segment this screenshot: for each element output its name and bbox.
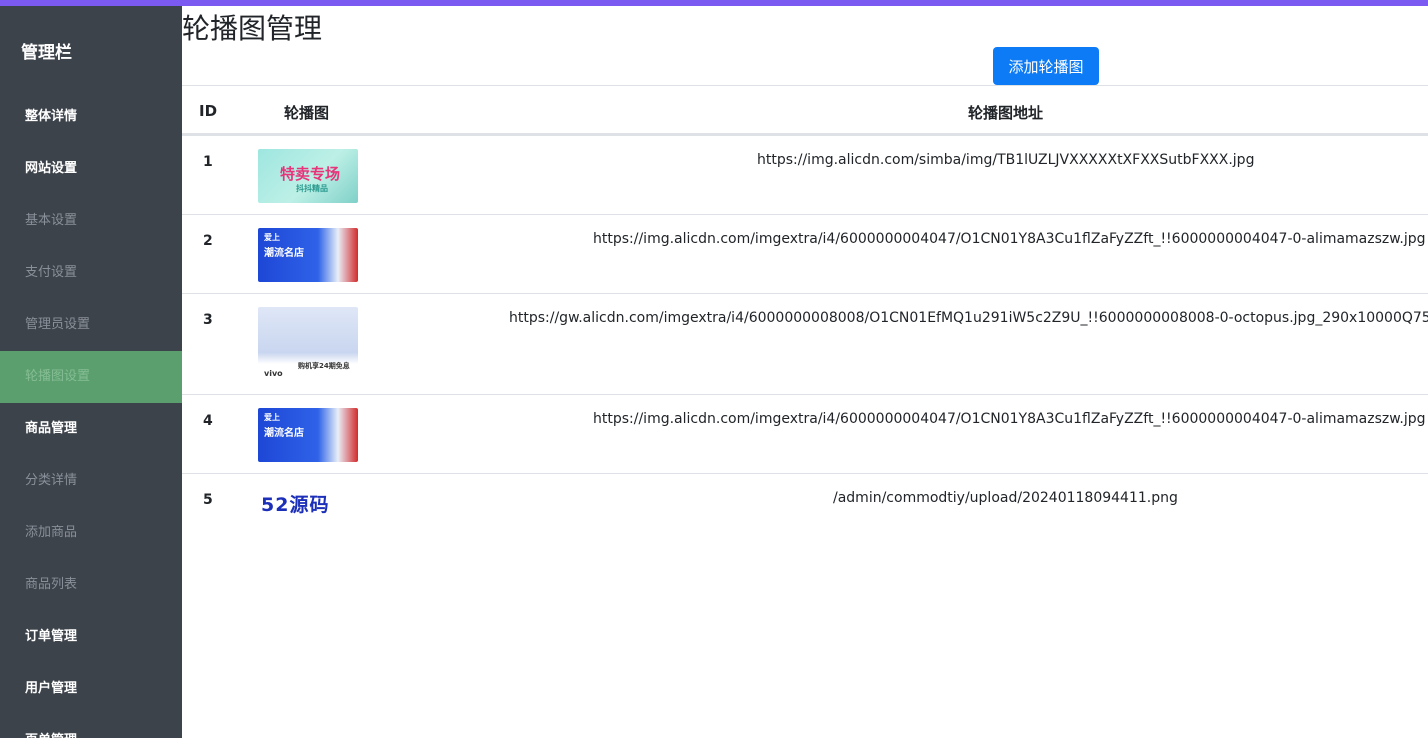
carousel-thumbnail: 潮流名店 爱上 — [258, 408, 358, 462]
thumbnail-subcaption: vivo — [264, 369, 283, 378]
sidebar-item[interactable]: 页单管理 — [0, 715, 182, 738]
sidebar-item[interactable]: 商品列表 — [0, 559, 182, 611]
table-row: 1 特卖专场 抖抖精品 https://img.alicdn.com/simba/im… — [182, 135, 1428, 214]
carousel-thumbnail: 特卖专场 抖抖精品 — [258, 149, 358, 203]
carousel-thumbnail: 潮流名店 爱上 — [258, 228, 358, 282]
table-header-row: ID 轮播图 轮播图地址 — [182, 85, 1428, 135]
thumbnail-caption: 52源码 — [261, 494, 330, 516]
column-header-url: 轮播图地址 — [968, 104, 1044, 122]
table-row: 2 潮流名店 爱上 https://img.alicdn.com/imgextra/i… — [182, 214, 1428, 293]
sidebar-title: 管理栏 — [21, 43, 72, 63]
row-id: 4 — [203, 413, 213, 429]
sidebar-item[interactable]: 管理员设置 — [0, 299, 182, 351]
row-id: 5 — [203, 492, 213, 508]
table-row: 5 52源码/admin/commodtiy/upload/20240118094… — [182, 473, 1428, 552]
row-id: 1 — [203, 154, 213, 170]
row-image-url: /admin/commodtiy/upload/20240118094411.p… — [833, 490, 1178, 506]
column-header-image: 轮播图 — [284, 104, 330, 122]
sidebar-item[interactable]: 用户管理 — [0, 663, 182, 715]
thumbnail-caption: 潮流名店 — [264, 248, 304, 259]
sidebar-item[interactable]: 整体详情 — [0, 91, 182, 143]
add-carousel-button[interactable]: 添加轮播图 — [993, 47, 1099, 85]
table-row: 3 购机享24期免息 vivo https://gw.alicdn.com/imgex… — [182, 293, 1428, 394]
sidebar-item[interactable]: 订单管理 — [0, 611, 182, 663]
carousel-thumbnail: 52源码 — [258, 487, 358, 517]
thumbnail-caption: 潮流名店 — [264, 428, 304, 439]
thumbnail-subcaption: 抖抖精品 — [296, 184, 328, 193]
row-image-url: https://img.alicdn.com/imgextra/i4/60000… — [593, 411, 1426, 427]
row-image-url: https://img.alicdn.com/simba/img/TB1lUZL… — [757, 152, 1255, 168]
row-id: 2 — [203, 233, 213, 249]
sidebar-item[interactable]: 商品管理 — [0, 403, 182, 455]
thumbnail-caption: 特卖专场 — [280, 165, 341, 183]
thumbnail-subcaption: 爱上 — [264, 233, 280, 242]
sidebar: 管理栏 整体详情 网站设置 基本设置 支付设置 管理员设置 轮播图设置 商品管理 分类详情 添加… — [0, 6, 182, 738]
carousel-thumbnail: 购机享24期免息 vivo — [258, 307, 358, 383]
main-content: 轮播图管理 添加轮播图 ID 轮播图 轮播图地址 1 特卖专场 抖抖精品 https:… — [182, 6, 1428, 738]
sidebar-item[interactable]: 添加商品 — [0, 507, 182, 559]
row-id: 3 — [203, 312, 213, 328]
thumbnail-subcaption: 爱上 — [264, 413, 280, 422]
thumbnail-caption: 购机享24期免息 — [298, 362, 350, 370]
sidebar-item[interactable]: 轮播图设置 — [0, 351, 182, 403]
sidebar-item[interactable]: 网站设置 — [0, 143, 182, 195]
sidebar-item[interactable]: 基本设置 — [0, 195, 182, 247]
sidebar-item[interactable]: 支付设置 — [0, 247, 182, 299]
row-image-url: https://img.alicdn.com/imgextra/i4/60000… — [593, 231, 1426, 247]
row-image-url: https://gw.alicdn.com/imgextra/i4/600000… — [509, 310, 1428, 326]
page-title: 轮播图管理 — [182, 12, 323, 45]
table-row: 4 潮流名店 爱上 https://img.alicdn.com/imgextra/i… — [182, 394, 1428, 473]
column-header-id: ID — [199, 102, 218, 120]
sidebar-item[interactable]: 分类详情 — [0, 455, 182, 507]
